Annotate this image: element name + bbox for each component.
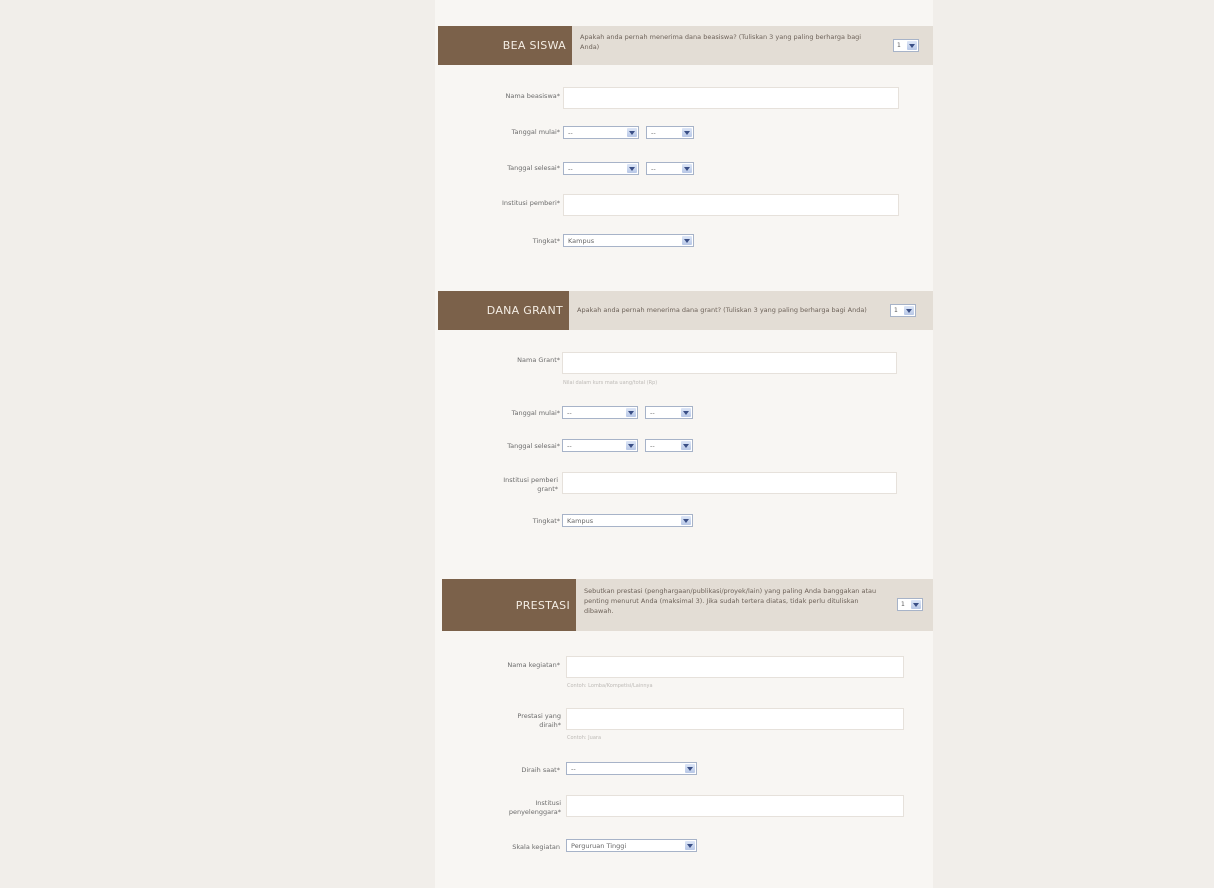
chevron-down-icon xyxy=(627,164,637,173)
beasiswa-tingkat-label: Tingkat* xyxy=(532,237,560,245)
prestasi-prestasi-hint: Contoh: Juara xyxy=(567,735,602,741)
prestasi-header: PRESTASI Sebutkan prestasi (penghargaan/… xyxy=(442,579,933,631)
prestasi-count-select[interactable]: 1 xyxy=(897,598,923,611)
prestasi-nama-label: Nama kegiatan* xyxy=(507,661,560,669)
beasiswa-selesai-label: Tanggal selesai* xyxy=(507,164,560,172)
grant-selesai-month-select[interactable]: -- xyxy=(562,439,638,452)
beasiswa-count-value: 1 xyxy=(897,42,901,49)
grant-nama-hint: Nilai dalam kurs mata uang/total (Rp) xyxy=(563,380,658,386)
beasiswa-institusi-input[interactable] xyxy=(563,194,899,216)
grant-mulai-month-value: -- xyxy=(567,409,572,417)
prestasi-nama-input[interactable] xyxy=(566,656,904,678)
chevron-down-icon xyxy=(681,441,691,450)
grant-tingkat-label: Tingkat* xyxy=(532,517,560,525)
chevron-down-icon xyxy=(685,841,695,850)
grant-mulai-month-select[interactable]: -- xyxy=(562,406,638,419)
grant-nama-label: Nama Grant* xyxy=(517,356,560,364)
beasiswa-mulai-month-value: -- xyxy=(568,129,573,137)
grant-tingkat-select[interactable]: Kampus xyxy=(562,514,693,527)
grant-nama-input[interactable] xyxy=(562,352,897,374)
beasiswa-header: BEA SISWA Apakah anda pernah menerima da… xyxy=(438,26,933,65)
beasiswa-mulai-year-select[interactable]: -- xyxy=(646,126,694,139)
grant-selesai-label: Tanggal selesai* xyxy=(507,442,560,450)
prestasi-institusi-input[interactable] xyxy=(566,795,904,817)
beasiswa-nama-input[interactable] xyxy=(563,87,899,109)
beasiswa-title: BEA SISWA xyxy=(438,26,572,65)
chevron-down-icon xyxy=(904,306,914,315)
grant-selesai-year-select[interactable]: -- xyxy=(645,439,693,452)
grant-question: Apakah anda pernah menerima dana grant? … xyxy=(577,306,867,314)
grant-selesai-year-value: -- xyxy=(650,442,655,450)
chevron-down-icon xyxy=(682,128,692,137)
prestasi-diraih-select[interactable]: -- xyxy=(566,762,697,775)
prestasi-institusi-label: Institusi penyelenggara* xyxy=(508,799,561,816)
chevron-down-icon xyxy=(626,408,636,417)
beasiswa-institusi-label: Institusi pemberi* xyxy=(501,199,560,207)
chevron-down-icon xyxy=(681,408,691,417)
chevron-down-icon xyxy=(626,441,636,450)
grant-count-value: 1 xyxy=(894,307,898,314)
chevron-down-icon xyxy=(685,764,695,773)
beasiswa-mulai-label: Tanggal mulai* xyxy=(511,128,560,136)
chevron-down-icon xyxy=(682,164,692,173)
grant-mulai-year-select[interactable]: -- xyxy=(645,406,693,419)
grant-selesai-month-value: -- xyxy=(567,442,572,450)
prestasi-question: Sebutkan prestasi (penghargaan/publikasi… xyxy=(584,587,877,615)
beasiswa-nama-label: Nama beasiswa* xyxy=(505,92,560,100)
beasiswa-mulai-month-select[interactable]: -- xyxy=(563,126,639,139)
prestasi-diraih-label: Diraih saat* xyxy=(521,766,560,774)
beasiswa-tingkat-value: Kampus xyxy=(568,237,595,245)
grant-mulai-year-value: -- xyxy=(650,409,655,417)
grant-title: DANA GRANT xyxy=(438,291,569,330)
grant-mulai-label: Tanggal mulai* xyxy=(511,409,560,417)
prestasi-title: PRESTASI xyxy=(442,579,576,631)
beasiswa-mulai-year-value: -- xyxy=(651,129,656,137)
chevron-down-icon xyxy=(627,128,637,137)
beasiswa-selesai-year-value: -- xyxy=(651,165,656,173)
prestasi-skala-value: Perguruan Tinggi xyxy=(571,842,627,850)
grant-count-select[interactable]: 1 xyxy=(890,304,916,317)
chevron-down-icon xyxy=(682,236,692,245)
prestasi-diraih-value: -- xyxy=(571,765,576,773)
beasiswa-selesai-year-select[interactable]: -- xyxy=(646,162,694,175)
grant-header: DANA GRANT Apakah anda pernah menerima d… xyxy=(438,291,933,330)
grant-tingkat-value: Kampus xyxy=(567,517,594,525)
beasiswa-selesai-month-select[interactable]: -- xyxy=(563,162,639,175)
chevron-down-icon xyxy=(911,600,921,609)
prestasi-count-value: 1 xyxy=(901,601,905,608)
beasiswa-selesai-month-value: -- xyxy=(568,165,573,173)
beasiswa-count-select[interactable]: 1 xyxy=(893,39,919,52)
prestasi-nama-hint: Contoh: Lomba/Kompetisi/Lainnya xyxy=(567,683,653,689)
form-page: BEA SISWA Apakah anda pernah menerima da… xyxy=(435,0,933,888)
prestasi-skala-label: Skala kegiatan xyxy=(512,843,560,851)
chevron-down-icon xyxy=(681,516,691,525)
prestasi-prestasi-label: Prestasi yang diraih* xyxy=(517,712,561,729)
beasiswa-question: Apakah anda pernah menerima dana beasisw… xyxy=(580,33,862,51)
prestasi-prestasi-input[interactable] xyxy=(566,708,904,730)
grant-institusi-input[interactable] xyxy=(562,472,897,494)
chevron-down-icon xyxy=(907,41,917,50)
prestasi-skala-select[interactable]: Perguruan Tinggi xyxy=(566,839,697,852)
beasiswa-tingkat-select[interactable]: Kampus xyxy=(563,234,694,247)
grant-institusi-label: Institusi pemberi grant* xyxy=(503,476,558,493)
